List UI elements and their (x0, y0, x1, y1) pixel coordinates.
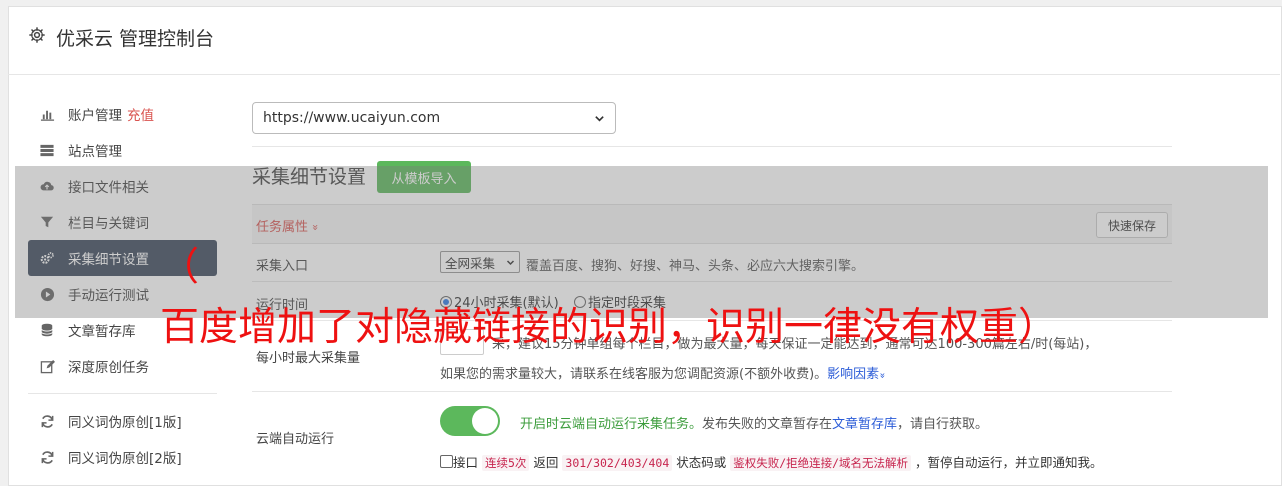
sidebar-divider (28, 393, 217, 394)
code-tag: 301/302/403/404 (562, 455, 673, 471)
sidebar-item-label: 账户管理 (68, 108, 122, 124)
max-per-hour-note: 如果您的需求量较大，请联系在线客服为您调配资源(不额外收费)。影响因素» (440, 367, 888, 382)
sidebar-item-label: 同义词伪原创[2版] (68, 451, 182, 467)
pause-rule: 接口 连续5次 返回 301/302/403/404 状态码或 鉴权失败/拒绝连… (440, 452, 1103, 471)
toggle-knob (472, 408, 498, 434)
influence-factors-link[interactable]: 影响因素» (827, 367, 888, 382)
overlay-annotation-line2: 百度增加了对隐藏链接的识别，识别一律没有权重） (160, 305, 1058, 350)
edit-icon (39, 358, 55, 374)
site-select[interactable]: https://www.ucaiyun.com (252, 102, 616, 134)
refresh-icon (39, 413, 55, 429)
sidebar-item-label: 同义词伪原创[1版] (68, 415, 182, 431)
cloud-auto-run-desc: 开启时云端自动运行采集任务。发布失败的文章暂存在文章暂存库，请自行获取。 (520, 417, 989, 432)
divider (252, 146, 1172, 147)
recharge-link[interactable]: 充值 (127, 104, 154, 124)
sidebar-item-label: 文章暂存库 (68, 324, 136, 340)
overlay-annotation-line1: （ (160, 245, 200, 290)
page-title: 优采云 管理控制台 (56, 28, 215, 50)
sidebar-item-synonym-v1[interactable]: 同义词伪原创[1版] (28, 403, 217, 439)
chevron-down-icon (595, 115, 604, 122)
sidebar-item-sites[interactable]: 站点管理 (28, 132, 217, 168)
chevron-down-icon: » (876, 372, 888, 379)
row-cloud-auto-run: 云端自动运行 开启时云端自动运行采集任务。发布失败的文章暂存在文章暂存库，请自行… (252, 392, 1172, 480)
server-icon (39, 142, 55, 158)
sidebar-item-label: 深度原创任务 (68, 360, 149, 376)
gear-icon (29, 27, 45, 43)
bar-chart-icon (39, 106, 55, 122)
cloud-auto-run-toggle[interactable] (440, 406, 500, 436)
refresh-icon (39, 449, 55, 465)
gray-overlay-band (15, 166, 1268, 318)
sidebar-item-synonym-v2[interactable]: 同义词伪原创[2版] (28, 439, 217, 475)
site-select-value: https://www.ucaiyun.com (263, 110, 441, 126)
article-store-link[interactable]: 文章暂存库 (832, 417, 897, 432)
database-icon (39, 322, 55, 338)
code-tag: 鉴权失败/拒绝连接/域名无法解析 (730, 455, 912, 471)
pause-rule-checkbox[interactable] (440, 455, 453, 468)
sidebar-item-label: 站点管理 (68, 144, 122, 160)
row-label: 云端自动运行 (256, 432, 335, 447)
sidebar-item-account[interactable]: 账户管理 充值 (28, 96, 217, 132)
sidebar-item-deep-original[interactable]: 深度原创任务 (28, 348, 217, 384)
page-header: 优采云 管理控制台 (8, 6, 1280, 75)
code-tag: 连续5次 (482, 455, 530, 471)
